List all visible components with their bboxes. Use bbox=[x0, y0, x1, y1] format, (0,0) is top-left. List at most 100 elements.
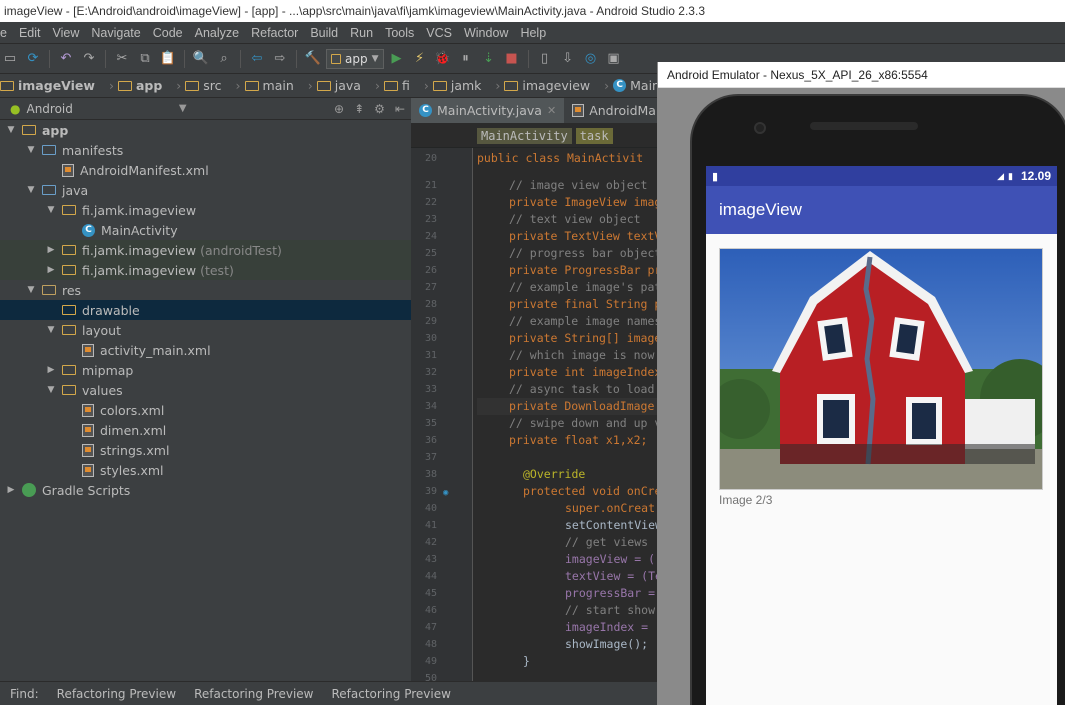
tree-item[interactable]: ▶ mipmap bbox=[0, 360, 411, 380]
breadcrumb-member[interactable]: task bbox=[575, 127, 613, 144]
apply-changes-icon[interactable]: ⇣ bbox=[479, 49, 499, 69]
code-line[interactable]: @Override bbox=[477, 466, 585, 483]
debug-icon[interactable]: 🐞 bbox=[433, 49, 453, 69]
project-view-mode[interactable]: Android bbox=[26, 102, 72, 116]
menu-item-build[interactable]: Build bbox=[304, 26, 344, 40]
code-line[interactable]: imageView = ( bbox=[477, 551, 655, 568]
code-line[interactable]: // example image names bbox=[477, 313, 660, 330]
code-line[interactable]: // image view object bbox=[477, 177, 647, 194]
refactoring-preview-tab[interactable]: Refactoring Preview bbox=[192, 687, 315, 701]
tree-item[interactable]: ▼ java bbox=[0, 180, 411, 200]
code-line[interactable]: private TextView textV bbox=[477, 228, 660, 245]
expand-arrow-icon[interactable]: ▼ bbox=[6, 125, 16, 135]
tree-item[interactable]: ▶ Gradle Scripts bbox=[0, 480, 411, 500]
code-line[interactable]: showImage(); bbox=[477, 636, 648, 653]
menu-item-analyze[interactable]: Analyze bbox=[189, 26, 245, 40]
menu-item-edit[interactable]: Edit bbox=[13, 26, 47, 40]
code-line[interactable]: // example image's pat bbox=[477, 279, 660, 296]
code-line[interactable]: private int imageIndex bbox=[477, 364, 660, 381]
refactoring-preview-tab[interactable]: Refactoring Preview bbox=[329, 687, 452, 701]
save-all-icon[interactable]: ▭ bbox=[0, 49, 20, 69]
find-icon[interactable]: 🔍 bbox=[191, 49, 211, 69]
code-line[interactable]: // swipe down and up v bbox=[477, 415, 660, 432]
nav-crumb[interactable]: › jamk bbox=[414, 78, 486, 93]
code-line[interactable]: private ImageView imag bbox=[477, 194, 660, 211]
collapse-arrow-icon[interactable]: ▶ bbox=[6, 485, 16, 495]
collapse-arrow-icon[interactable]: ▶ bbox=[46, 365, 56, 375]
attach-debugger-icon[interactable]: ⏸ bbox=[456, 49, 476, 69]
avd-manager-icon[interactable]: ▯ bbox=[535, 49, 555, 69]
code-line[interactable]: imageIndex = bbox=[477, 619, 648, 636]
menu-item-run[interactable]: Run bbox=[344, 26, 379, 40]
undo-icon[interactable]: ↶ bbox=[56, 49, 76, 69]
code-line[interactable] bbox=[477, 449, 509, 466]
nav-crumb[interactable]: › imageview bbox=[485, 78, 594, 93]
code-editor[interactable]: 20 21 22 23 24 25 26 27 28 29 30 31 32 33 34 35 36 37 38 39… bbox=[411, 148, 660, 681]
run-icon[interactable]: ▶ bbox=[387, 49, 407, 69]
code-line[interactable]: private float x1,x2; bbox=[477, 432, 647, 449]
code-line[interactable]: private final String p bbox=[477, 296, 660, 313]
expand-arrow-icon[interactable]: ▼ bbox=[26, 185, 36, 195]
back-icon[interactable]: ⇦ bbox=[247, 49, 267, 69]
tree-item[interactable]: strings.xml bbox=[0, 440, 411, 460]
menu-item-navigate[interactable]: Navigate bbox=[85, 26, 146, 40]
tree-item[interactable]: colors.xml bbox=[0, 400, 411, 420]
sync-icon[interactable]: ⟳ bbox=[23, 49, 43, 69]
expand-arrow-icon[interactable]: ▼ bbox=[26, 285, 36, 295]
code-line[interactable]: progressBar = bbox=[477, 585, 655, 602]
make-project-icon[interactable]: 🔨 bbox=[303, 49, 323, 69]
android-monitor-icon[interactable]: ◎ bbox=[581, 49, 601, 69]
phone-screen[interactable]: ▮ ◢ ▮ 12.09 imageView Image 2/3 bbox=[706, 166, 1057, 705]
tree-item[interactable]: dimen.xml bbox=[0, 420, 411, 440]
menu-item-tools[interactable]: Tools bbox=[379, 26, 420, 40]
code-line[interactable]: // which image is now bbox=[477, 347, 654, 364]
collapse-all-icon[interactable]: ⇞ bbox=[354, 102, 364, 116]
nav-crumb[interactable]: imageView bbox=[0, 78, 99, 93]
sdk-manager-icon[interactable]: ⇩ bbox=[558, 49, 578, 69]
code-line[interactable]: textView = (Te bbox=[477, 568, 660, 585]
code-line[interactable]: private ProgressBar pr bbox=[477, 262, 660, 279]
tree-item[interactable]: ▼ res bbox=[0, 280, 411, 300]
nav-crumb[interactable]: › main bbox=[226, 78, 298, 93]
settings-gear-icon[interactable]: ⚙ bbox=[374, 102, 385, 116]
code-line[interactable]: public class MainActivit bbox=[477, 150, 643, 167]
redo-icon[interactable]: ↷ bbox=[79, 49, 99, 69]
code-line[interactable]: protected void onCre bbox=[477, 483, 660, 500]
editor-tab[interactable]: C MainActivity.java ✕ bbox=[411, 98, 565, 123]
chevron-down-icon[interactable]: ▼ bbox=[179, 103, 187, 114]
tree-item[interactable]: C MainActivity bbox=[0, 220, 411, 240]
tree-item[interactable]: ▼ app bbox=[0, 120, 411, 140]
nav-crumb[interactable]: › src bbox=[166, 78, 225, 93]
scroll-from-source-icon[interactable]: ⊕ bbox=[334, 102, 344, 116]
menu-item-view[interactable]: View bbox=[47, 26, 86, 40]
code-line[interactable] bbox=[477, 670, 509, 681]
instant-run-icon[interactable]: ⚡ bbox=[410, 49, 430, 69]
run-config-select[interactable]: app ▼ bbox=[326, 48, 384, 69]
menu-item-vcs[interactable]: VCS bbox=[420, 26, 458, 40]
replace-icon[interactable]: ⌕ bbox=[214, 49, 234, 69]
nav-crumb[interactable]: › fi bbox=[365, 78, 414, 93]
expand-arrow-icon[interactable]: ▼ bbox=[46, 205, 56, 215]
nav-crumb[interactable]: › app bbox=[99, 78, 166, 93]
override-marker-icon[interactable]: ◉ bbox=[443, 488, 448, 498]
expand-arrow-icon[interactable]: ▼ bbox=[46, 385, 56, 395]
cut-icon[interactable]: ✂ bbox=[112, 49, 132, 69]
menu-item-code[interactable]: Code bbox=[147, 26, 189, 40]
code-line[interactable]: // get views bbox=[477, 534, 648, 551]
expand-arrow-icon[interactable]: ▼ bbox=[26, 145, 36, 155]
tree-item[interactable]: styles.xml bbox=[0, 460, 411, 480]
menu-item-e[interactable]: e bbox=[0, 26, 13, 40]
code-line[interactable]: // async task to load bbox=[477, 381, 654, 398]
copy-icon[interactable]: ⧉ bbox=[135, 49, 155, 69]
code-line[interactable]: setContentView bbox=[477, 517, 660, 534]
code-line[interactable]: private String[] image bbox=[477, 330, 660, 347]
tree-item[interactable]: ▼ values bbox=[0, 380, 411, 400]
stop-icon[interactable]: ■ bbox=[502, 49, 522, 69]
collapse-arrow-icon[interactable]: ▶ bbox=[46, 265, 56, 275]
editor-tab[interactable]: AndroidManife bbox=[564, 98, 660, 123]
menu-item-help[interactable]: Help bbox=[514, 26, 552, 40]
tree-item[interactable]: drawable bbox=[0, 300, 411, 320]
expand-arrow-icon[interactable]: ▼ bbox=[46, 325, 56, 335]
code-line[interactable]: } bbox=[477, 653, 530, 670]
forward-icon[interactable]: ⇨ bbox=[270, 49, 290, 69]
